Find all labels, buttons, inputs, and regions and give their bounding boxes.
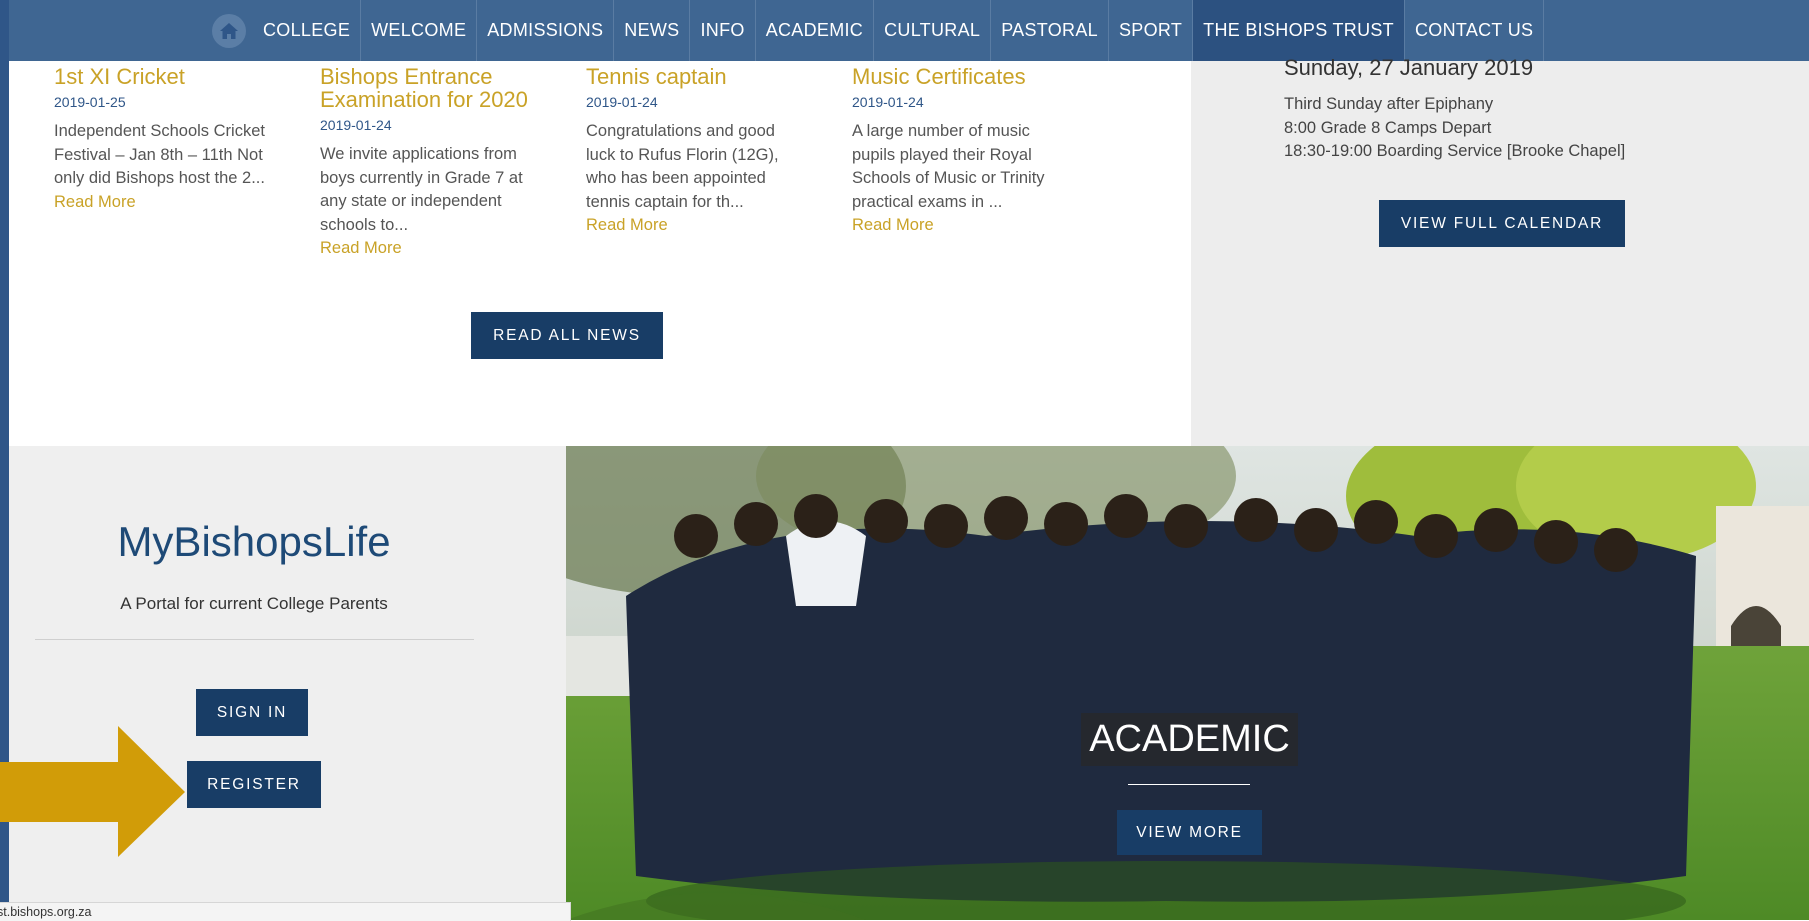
nav-item-contact-us[interactable]: CONTACT US: [1405, 0, 1545, 61]
academic-divider: [1128, 784, 1250, 785]
news-date: 2019-01-24: [320, 117, 392, 133]
news-section: 1st XI Cricket 2019-01-25 Independent Sc…: [9, 61, 1191, 446]
news-excerpt: We invite applications from boys current…: [320, 145, 523, 234]
browser-status-bar: st.bishops.org.za: [0, 902, 571, 921]
news-item: Music Certificates 2019-01-24 A large nu…: [852, 65, 1072, 238]
read-more-link[interactable]: Read More: [54, 191, 274, 215]
view-more-button[interactable]: VIEW MORE: [1117, 810, 1262, 855]
nav-item-sport[interactable]: SPORT: [1109, 0, 1194, 61]
news-title[interactable]: Bishops Entrance Examination for 2020: [320, 65, 540, 111]
calendar-panel: Sunday, 27 January 2019 Third Sunday aft…: [1191, 55, 1809, 446]
home-icon[interactable]: [212, 13, 246, 48]
news-date: 2019-01-24: [852, 94, 924, 110]
academic-label: ACADEMIC: [1081, 713, 1298, 766]
news-title[interactable]: Music Certificates: [852, 65, 1072, 88]
news-title[interactable]: 1st XI Cricket: [54, 65, 274, 88]
nav-item-bishops-trust[interactable]: THE BISHOPS TRUST: [1193, 0, 1405, 61]
arrow-pointer-icon: [0, 726, 185, 857]
news-excerpt: A large number of music pupils played th…: [852, 122, 1045, 211]
calendar-event: 18:30-19:00 Boarding Service [Brooke Cha…: [1284, 142, 1626, 160]
nav-item-admissions[interactable]: ADMISSIONS: [477, 0, 615, 61]
news-date: 2019-01-24: [586, 94, 658, 110]
news-item: 1st XI Cricket 2019-01-25 Independent Sc…: [54, 65, 274, 214]
nav-home[interactable]: [205, 0, 253, 61]
news-title[interactable]: Tennis captain: [586, 65, 806, 88]
news-item: Tennis captain 2019-01-24 Congratulation…: [586, 65, 806, 238]
nav-item-college[interactable]: COLLEGE: [253, 0, 362, 61]
read-all-news-button[interactable]: READ ALL NEWS: [471, 312, 663, 359]
status-url: st.bishops.org.za: [0, 905, 92, 919]
news-excerpt: Independent Schools Cricket Festival – J…: [54, 122, 265, 187]
view-full-calendar-button[interactable]: VIEW FULL CALENDAR: [1379, 200, 1625, 247]
main-navigation: COLLEGE WELCOME ADMISSIONS NEWS INFO ACA…: [9, 0, 1809, 61]
nav-menu: COLLEGE WELCOME ADMISSIONS NEWS INFO ACA…: [205, 0, 1545, 61]
nav-item-cultural[interactable]: CULTURAL: [874, 0, 992, 61]
read-more-link[interactable]: Read More: [852, 214, 1072, 238]
read-more-link[interactable]: Read More: [320, 237, 540, 261]
news-item: Bishops Entrance Examination for 2020 20…: [320, 65, 540, 261]
calendar-events: Third Sunday after Epiphany 8:00 Grade 8…: [1284, 93, 1625, 164]
nav-item-academic[interactable]: ACADEMIC: [756, 0, 875, 61]
nav-item-welcome[interactable]: WELCOME: [361, 0, 478, 61]
nav-item-news[interactable]: NEWS: [614, 0, 691, 61]
mybishopslife-subtitle: A Portal for current College Parents: [120, 594, 388, 613]
register-button[interactable]: REGISTER: [187, 761, 321, 808]
calendar-event: Third Sunday after Epiphany: [1284, 95, 1494, 113]
news-excerpt: Congratulations and good luck to Rufus F…: [586, 122, 779, 211]
nav-item-pastoral[interactable]: PASTORAL: [991, 0, 1109, 61]
sign-in-button[interactable]: SIGN IN: [196, 689, 308, 736]
read-more-link[interactable]: Read More: [586, 214, 806, 238]
divider: [35, 639, 474, 640]
calendar-date: Sunday, 27 January 2019: [1284, 55, 1534, 80]
nav-item-info[interactable]: INFO: [690, 0, 756, 61]
calendar-event: 8:00 Grade 8 Camps Depart: [1284, 118, 1492, 137]
mybishopslife-title: MyBishopsLife: [117, 518, 391, 565]
news-date: 2019-01-25: [54, 94, 126, 110]
